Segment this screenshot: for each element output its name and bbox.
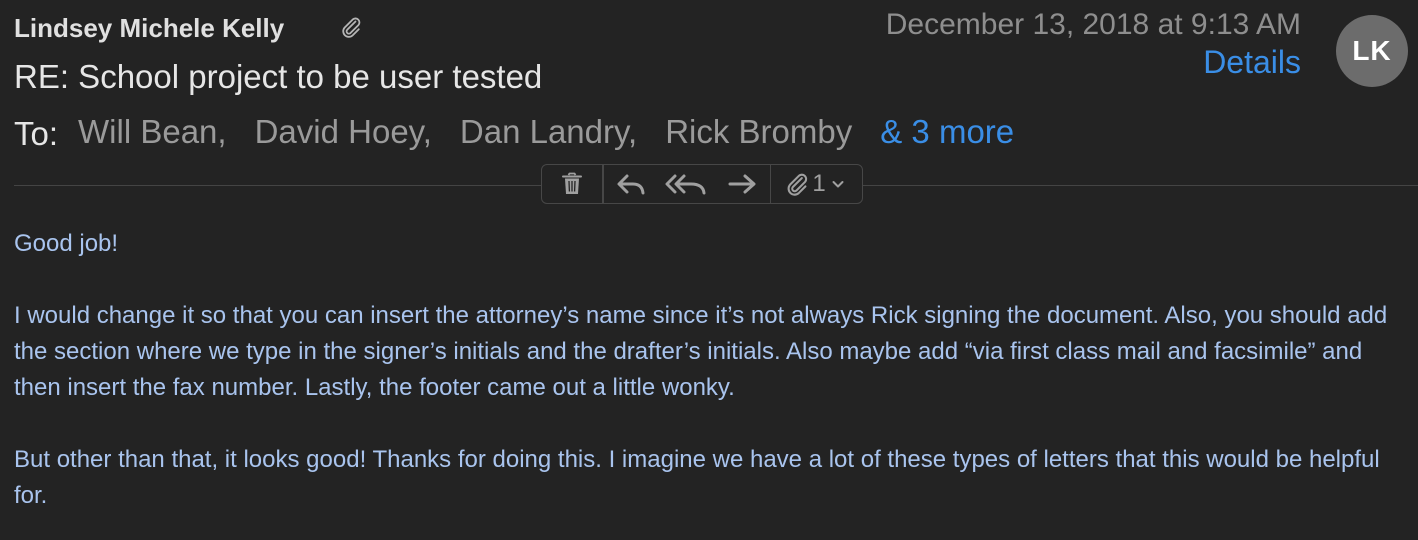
more-recipients-link[interactable]: & 3 more [880, 113, 1014, 151]
delete-group [542, 165, 602, 203]
reply-all-button[interactable] [658, 165, 714, 203]
reply-all-icon [665, 173, 707, 195]
message-body: Good job! I would change it so that you … [14, 226, 1409, 540]
avatar-initials: LK [1352, 35, 1392, 66]
attachment-count: 1 [812, 170, 826, 197]
recipient[interactable]: David Hoey, [255, 113, 432, 151]
chevron-down-icon [832, 179, 844, 189]
attachments-button[interactable]: 1 [771, 165, 857, 203]
avatar: LK [1336, 15, 1408, 87]
reply-icon [616, 173, 646, 195]
recipients-row: To: Will Bean, David Hoey, Dan Landry, R… [14, 113, 1014, 155]
message-date: December 13, 2018 at 9:13 AM [885, 8, 1301, 41]
reply-button[interactable] [604, 165, 658, 203]
forward-icon [727, 173, 757, 195]
body-paragraph: I would change it so that you can insert… [14, 302, 1388, 401]
trash-icon [561, 172, 583, 196]
message-toolbar: 1 [541, 164, 863, 204]
message-subject: RE: School project to be user tested [14, 58, 543, 95]
body-paragraph: But other than that, it looks good! Than… [14, 446, 1380, 509]
delete-button[interactable] [542, 165, 602, 203]
sender-name: Lindsey Michele Kelly [14, 13, 285, 43]
recipient[interactable]: Dan Landry, [460, 113, 637, 151]
forward-button[interactable] [714, 165, 770, 203]
body-paragraph: Good job! [14, 230, 119, 257]
recipient[interactable]: Will Bean, [78, 113, 227, 151]
details-link[interactable]: Details [1203, 44, 1301, 81]
paperclip-icon [339, 15, 363, 39]
paperclip-icon [784, 171, 810, 197]
message-view: Lindsey Michele Kelly December 13, 2018 … [0, 0, 1418, 540]
attachments-group: 1 [771, 165, 857, 203]
reply-group [604, 165, 770, 203]
to-label: To: [14, 115, 59, 152]
recipient[interactable]: Rick Bromby [665, 113, 852, 151]
